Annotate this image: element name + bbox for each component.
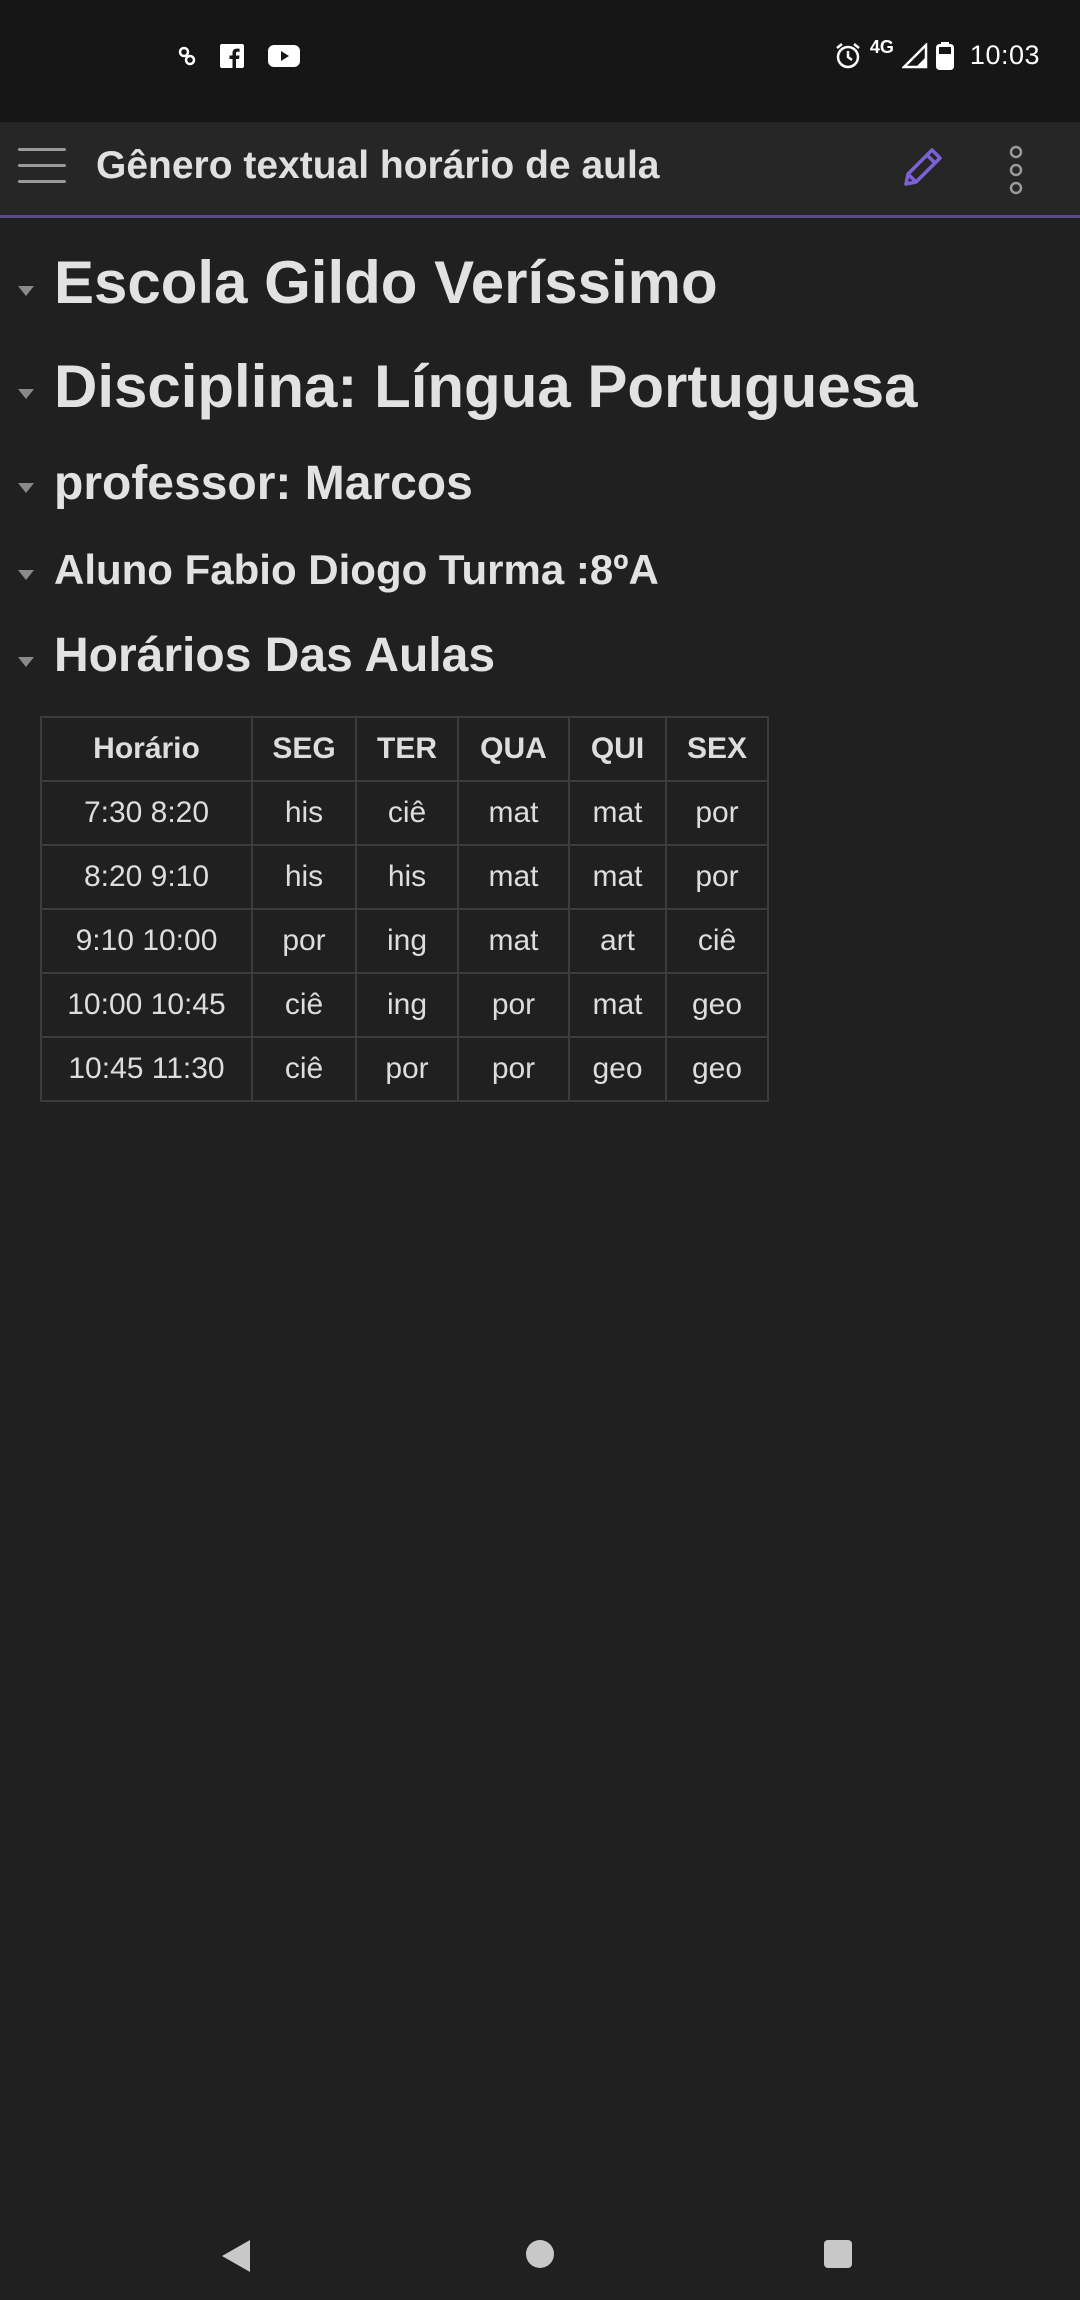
table-row: 8:20 9:10 his his mat mat por xyxy=(40,844,769,910)
schedule-table: Horário SEG TER QUA QUI SEX 7:30 8:20 hi… xyxy=(40,716,769,1102)
table-header-row: Horário SEG TER QUA QUI SEX xyxy=(40,716,769,782)
heading-aluno: Aluno Fabio Diogo Turma :8ºA xyxy=(54,546,659,593)
collapse-caret-icon[interactable] xyxy=(18,657,34,667)
recents-icon[interactable] xyxy=(824,2240,852,2268)
hamburger-line xyxy=(18,180,66,183)
table-cell: his xyxy=(251,780,357,846)
table-cell: mat xyxy=(457,844,570,910)
hamburger-icon xyxy=(18,148,66,151)
heading-horarios: Horários Das Aulas xyxy=(54,629,496,682)
pencil-icon xyxy=(904,148,942,186)
page-title: Gênero textual horário de aula xyxy=(96,144,660,187)
alarm-icon xyxy=(836,42,860,68)
table-cell: his xyxy=(355,844,459,910)
table-cell: por xyxy=(355,1036,459,1102)
edit-button[interactable] xyxy=(898,142,948,192)
table-cell: ciê xyxy=(251,1036,357,1102)
table-cell: 10:00 10:45 xyxy=(40,972,253,1038)
table-cell: por xyxy=(457,972,570,1038)
column-header: QUA xyxy=(457,716,570,782)
collapse-caret-icon[interactable] xyxy=(18,389,34,399)
table-cell: mat xyxy=(457,908,570,974)
back-icon[interactable] xyxy=(222,2240,250,2272)
table-cell: 10:45 11:30 xyxy=(40,1036,253,1102)
table-row: 10:00 10:45 ciê ing por mat geo xyxy=(40,972,769,1038)
column-header: Horário xyxy=(40,716,253,782)
table-cell: ing xyxy=(355,908,459,974)
table-cell: ciê xyxy=(355,780,459,846)
table-cell: mat xyxy=(568,780,667,846)
youtube-icon xyxy=(268,45,300,67)
facebook-icon xyxy=(220,44,244,68)
table-cell: his xyxy=(251,844,357,910)
column-header: QUI xyxy=(568,716,667,782)
collapse-caret-icon[interactable] xyxy=(18,286,34,296)
table-cell: geo xyxy=(665,1036,769,1102)
app-notification-icon xyxy=(178,46,196,66)
heading-disciplina: Disciplina: Língua Portuguesa xyxy=(54,353,918,420)
table-cell: ing xyxy=(355,972,459,1038)
table-row: 9:10 10:00 por ing mat art ciê xyxy=(40,908,769,974)
status-time: 10:03 xyxy=(969,40,1040,70)
table-cell: art xyxy=(568,908,667,974)
system-status: 4G 10:03 xyxy=(834,37,1040,71)
more-vert-icon xyxy=(1009,145,1023,195)
collapse-caret-icon[interactable] xyxy=(18,570,34,580)
table-cell: geo xyxy=(665,972,769,1038)
table-cell: por xyxy=(251,908,357,974)
table-cell: mat xyxy=(568,972,667,1038)
more-options-button[interactable] xyxy=(1000,142,1032,198)
column-header: TER xyxy=(355,716,459,782)
hamburger-line xyxy=(18,164,66,167)
heading-escola: Escola Gildo Veríssimo xyxy=(54,249,718,316)
notification-icons xyxy=(178,44,300,68)
network-type: 4G xyxy=(869,37,894,57)
table-cell: por xyxy=(665,780,769,846)
system-nav-bar xyxy=(0,2200,1080,2300)
table-cell: mat xyxy=(568,844,667,910)
battery-icon xyxy=(935,41,954,70)
table-cell: por xyxy=(457,1036,570,1102)
heading-professor: professor: Marcos xyxy=(54,457,473,510)
status-bar: 4G 10:03 xyxy=(0,0,1080,122)
table-cell: 7:30 8:20 xyxy=(40,780,253,846)
home-icon[interactable] xyxy=(526,2240,554,2268)
column-header: SEX xyxy=(665,716,769,782)
column-header: SEG xyxy=(251,716,357,782)
table-cell: mat xyxy=(457,780,570,846)
table-cell: geo xyxy=(568,1036,667,1102)
table-cell: por xyxy=(665,844,769,910)
app-bar: Gênero textual horário de aula xyxy=(0,122,1080,218)
collapse-caret-icon[interactable] xyxy=(18,483,34,493)
table-cell: 9:10 10:00 xyxy=(40,908,253,974)
table-cell: 8:20 9:10 xyxy=(40,844,253,910)
signal-icon xyxy=(901,42,928,68)
table-cell: ciê xyxy=(251,972,357,1038)
menu-button[interactable] xyxy=(18,148,66,188)
table-row: 10:45 11:30 ciê por por geo geo xyxy=(40,1036,769,1102)
table-cell: ciê xyxy=(665,908,769,974)
table-row: 7:30 8:20 his ciê mat mat por xyxy=(40,780,769,846)
